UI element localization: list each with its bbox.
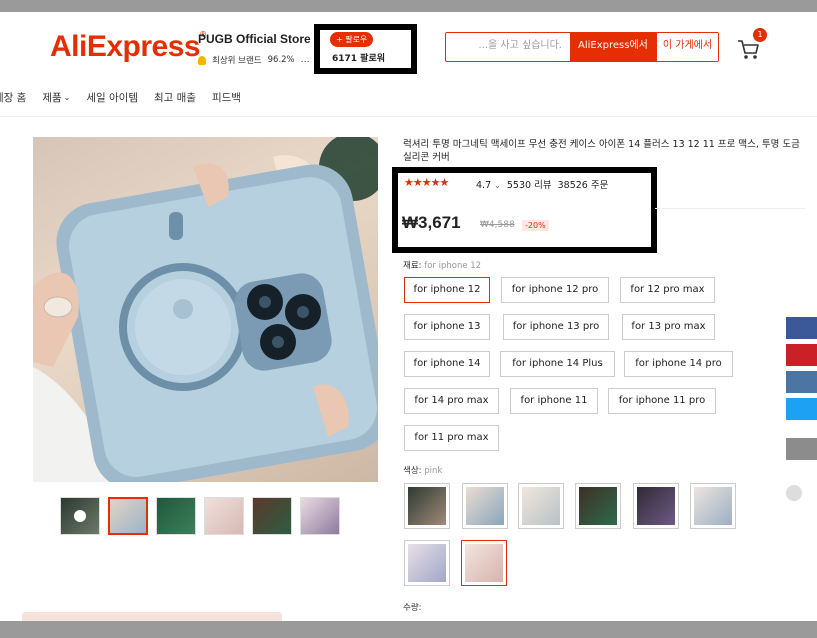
store-nav: 게장 홈 제품⌄ 세일 아이템 최고 매출 피드백 xyxy=(0,90,241,105)
material-option-iphone-11[interactable]: for iphone 11 xyxy=(510,388,598,414)
color-swatch xyxy=(637,487,675,525)
ellipsis: … xyxy=(300,55,310,65)
discount-badge: -20% xyxy=(522,220,549,231)
bottom-notification-bar xyxy=(22,612,282,621)
nav-products[interactable]: 제품 ⌄ xyxy=(42,90,70,105)
color-option-sierra-blue[interactable] xyxy=(690,483,736,529)
color-option-dark[interactable] xyxy=(404,483,450,529)
material-option-iphone-13-pro[interactable]: for iphone 13 pro xyxy=(503,314,609,340)
color-swatch xyxy=(694,487,732,525)
material-option-iphone-14-plus[interactable]: for iphone 14 Plus xyxy=(500,351,615,377)
thumbnail-light-blue[interactable] xyxy=(108,497,148,535)
color-label: 색상: pink xyxy=(403,464,442,476)
color-swatch xyxy=(522,487,560,525)
nav-products-label: 제품 xyxy=(42,92,62,104)
material-option-11-pro-max[interactable]: for 11 pro max xyxy=(404,425,499,451)
twitter-share-icon[interactable] xyxy=(786,398,817,420)
facebook-share-icon[interactable] xyxy=(786,317,817,339)
chevron-down-icon: ⌄ xyxy=(63,93,71,102)
store-badge: 최상위 브랜드 xyxy=(212,56,262,66)
material-option-12-pro-max[interactable]: for 12 pro max xyxy=(620,277,715,303)
order-count: 38526 주문 xyxy=(557,180,609,191)
material-selected-value: for iphone 12 xyxy=(424,261,482,271)
pinterest-share-icon[interactable] xyxy=(786,344,817,366)
color-swatch xyxy=(408,487,446,525)
search-aliexpress-button[interactable]: AliExpress에서 xyxy=(570,33,656,61)
review-count[interactable]: 5530 리뷰 xyxy=(507,180,552,191)
play-icon xyxy=(74,510,86,522)
aliexpress-logo[interactable]: AliExpress® xyxy=(50,30,206,64)
current-price: ₩3,671 xyxy=(402,213,461,232)
store-meta: 최상위 브랜드 96.2% … xyxy=(198,54,310,66)
material-option-14-pro-max[interactable]: for 14 pro max xyxy=(404,388,499,414)
page-frame: AliExpress® PUGB Official Store 최상위 브랜드 … xyxy=(0,12,817,621)
followers-count: 6171 팔로워 xyxy=(332,54,386,64)
price-divider xyxy=(655,208,805,209)
rating-value: 4.7 xyxy=(476,180,492,191)
thumbnail-purple[interactable] xyxy=(300,497,340,535)
color-option-green[interactable] xyxy=(575,483,621,529)
material-option-iphone-12-pro[interactable]: for iphone 12 pro xyxy=(501,277,609,303)
color-swatch xyxy=(408,544,446,582)
cart-badge: 1 xyxy=(753,28,767,42)
quantity-label: 수량: xyxy=(403,603,422,613)
vk-share-icon[interactable] xyxy=(786,371,817,393)
color-option-purple[interactable] xyxy=(633,483,679,529)
header-divider xyxy=(0,116,817,117)
color-option-pink[interactable] xyxy=(461,540,507,586)
color-swatch xyxy=(579,487,617,525)
nav-feedback[interactable]: 피드백 xyxy=(212,90,241,105)
original-price: ₩4,588 xyxy=(480,220,515,230)
color-option-silver[interactable] xyxy=(518,483,564,529)
thumbnail-dark-green[interactable] xyxy=(252,497,292,535)
follow-button[interactable]: + 팔로우 xyxy=(330,32,374,47)
search-store-button[interactable]: 이 가게에서 xyxy=(655,33,719,61)
scroll-top-icon[interactable] xyxy=(786,485,802,501)
color-swatch xyxy=(466,487,504,525)
nav-top-selling[interactable]: 최고 매출 xyxy=(154,90,196,105)
color-option-lavender[interactable] xyxy=(404,540,450,586)
product-title: 럭셔리 투명 마그네틱 맥세이프 무선 충전 케이스 아이폰 14 플러스 13… xyxy=(403,139,800,163)
more-share-icon[interactable] xyxy=(786,438,817,460)
color-selected-value: pink xyxy=(424,466,443,476)
material-option-iphone-12[interactable]: for iphone 12 xyxy=(404,277,490,303)
medal-icon xyxy=(198,55,206,65)
material-option-13-pro-max[interactable]: for 13 pro max xyxy=(622,314,715,340)
rating-summary: 4.7 ⌄ 5530 리뷰 38526 주문 xyxy=(476,177,608,191)
material-label-text: 재료: xyxy=(403,261,422,271)
main-product-image[interactable] xyxy=(33,137,378,482)
thumbnail-pink[interactable] xyxy=(204,497,244,535)
thumbnail-video[interactable] xyxy=(60,497,100,535)
store-rating: 96.2% xyxy=(267,55,295,65)
chevron-down-icon: ⌄ xyxy=(494,181,501,190)
thumbnail-green[interactable] xyxy=(156,497,196,535)
follow-highlight-box: + 팔로우 6171 팔로워 xyxy=(314,24,417,74)
nav-sale-items[interactable]: 세일 아이템 xyxy=(86,90,138,105)
material-label: 재료: for iphone 12 xyxy=(403,259,481,271)
material-option-iphone-14[interactable]: for iphone 14 xyxy=(404,351,490,377)
store-name[interactable]: PUGB Official Store xyxy=(198,32,311,46)
nav-store-home[interactable]: 게장 홈 xyxy=(0,90,26,105)
thumbnail-strip xyxy=(60,497,340,535)
color-option-light-blue[interactable] xyxy=(462,483,508,529)
star-rating-icon: ★★★★★ xyxy=(404,176,449,189)
search-input[interactable]: ...을 사고 싶습니다. xyxy=(446,33,570,61)
material-option-iphone-14-pro[interactable]: for iphone 14 pro xyxy=(624,351,733,377)
color-swatch xyxy=(465,544,503,582)
material-option-iphone-13[interactable]: for iphone 13 xyxy=(404,314,490,340)
material-option-iphone-11-pro[interactable]: for iphone 11 pro xyxy=(608,388,716,414)
color-label-text: 색상: xyxy=(403,466,422,476)
rating-price-highlight-box: ★★★★★ 4.7 ⌄ 5530 리뷰 38526 주문 ₩3,671 ₩4,5… xyxy=(392,167,657,253)
search-bar: ...을 사고 싶습니다. AliExpress에서 이 가게에서 xyxy=(445,32,720,62)
